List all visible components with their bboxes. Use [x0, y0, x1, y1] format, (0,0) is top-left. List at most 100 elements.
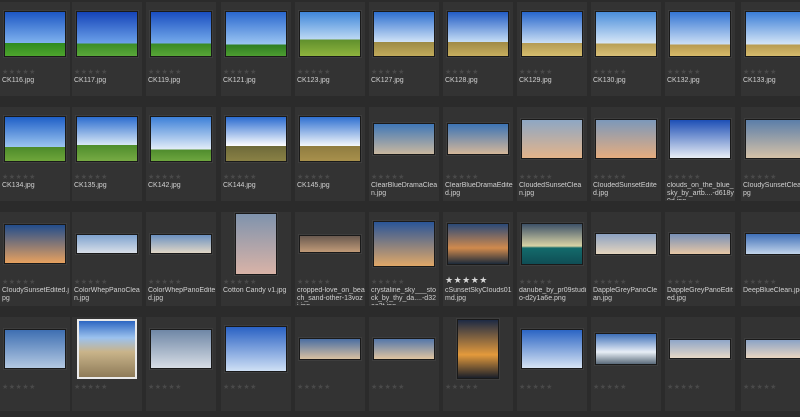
- star-rating[interactable]: ★★★★★: [667, 383, 701, 391]
- thumbnail-image[interactable]: [595, 119, 657, 159]
- star-rating[interactable]: ★★★★★: [667, 173, 701, 181]
- thumbnail-image[interactable]: [299, 116, 361, 162]
- thumbnail-image[interactable]: [299, 11, 361, 57]
- thumbnail-image[interactable]: [76, 234, 138, 254]
- star-rating[interactable]: ★★★★★: [2, 173, 36, 181]
- star-rating[interactable]: ★★★★★: [2, 68, 36, 76]
- thumbnail-image[interactable]: [373, 123, 435, 155]
- thumbnail-image[interactable]: [669, 119, 731, 159]
- thumbnail-image[interactable]: [4, 329, 66, 369]
- thumbnail-cell[interactable]: ★★★★★ cSunsetSkyClouds01md.jpg: [443, 212, 513, 306]
- thumbnail-cell[interactable]: ★★★★★ CK130.jpg: [591, 2, 661, 96]
- star-rating[interactable]: ★★★★★: [743, 383, 777, 391]
- thumbnail-image[interactable]: [447, 223, 509, 265]
- thumbnail-cell[interactable]: ★★★★★ CK144.jpg: [221, 107, 291, 201]
- thumbnail-image[interactable]: [150, 329, 212, 369]
- thumbnail-cell[interactable]: ★★★★★ CK119.jpg: [146, 2, 216, 96]
- star-rating[interactable]: ★★★★★: [593, 173, 627, 181]
- thumbnail-image[interactable]: [669, 11, 731, 57]
- star-rating[interactable]: ★★★★★: [148, 173, 182, 181]
- thumbnail-cell[interactable]: ★★★★★ CK127.jpg: [369, 2, 439, 96]
- star-rating[interactable]: ★★★★★: [519, 278, 553, 286]
- star-rating[interactable]: ★★★★★: [74, 173, 108, 181]
- star-rating[interactable]: ★★★★★: [743, 173, 777, 181]
- thumbnail-image[interactable]: [521, 329, 583, 369]
- thumbnail-cell[interactable]: ★★★★★: [295, 317, 365, 411]
- thumbnail-cell[interactable]: ★★★★★: [741, 317, 800, 411]
- star-rating[interactable]: ★★★★★: [223, 173, 257, 181]
- thumbnail-cell[interactable]: ★★★★★ CK128.jpg: [443, 2, 513, 96]
- thumbnail-cell[interactable]: ★★★★★ CK132.jpg: [665, 2, 735, 96]
- star-rating[interactable]: ★★★★★: [667, 68, 701, 76]
- star-rating[interactable]: ★★★★★: [593, 68, 627, 76]
- thumbnail-image[interactable]: [745, 119, 800, 159]
- thumbnail-cell[interactable]: ★★★★★: [443, 317, 513, 411]
- thumbnail-cell[interactable]: ★★★★★ danube_by_pr09studio-d2y1a6e.png: [517, 212, 587, 306]
- star-rating[interactable]: ★★★★★: [297, 173, 331, 181]
- thumbnail-image[interactable]: [150, 234, 212, 254]
- thumbnail-cell[interactable]: ★★★★★ DeepBlueClean.jpg: [741, 212, 800, 306]
- thumbnail-cell[interactable]: ★★★★★ CK135.jpg: [72, 107, 142, 201]
- thumbnail-image[interactable]: [4, 116, 66, 162]
- thumbnail-cell[interactable]: ★★★★★: [665, 317, 735, 411]
- star-rating[interactable]: ★★★★★: [593, 383, 627, 391]
- thumbnail-cell[interactable]: ★★★★★ CK129.jpg: [517, 2, 587, 96]
- thumbnail-image[interactable]: [595, 233, 657, 255]
- thumbnail-cell[interactable]: ★★★★★ CK134.jpg: [0, 107, 70, 201]
- thumbnail-cell[interactable]: ★★★★★: [369, 317, 439, 411]
- star-rating[interactable]: ★★★★★: [148, 68, 182, 76]
- thumbnail-cell[interactable]: ★★★★★ Cotton Candy v1.jpg: [221, 212, 291, 306]
- star-rating[interactable]: ★★★★★: [371, 173, 405, 181]
- star-rating[interactable]: ★★★★★: [2, 383, 36, 391]
- thumbnail-image[interactable]: [595, 11, 657, 57]
- thumbnail-cell[interactable]: ★★★★★: [0, 317, 70, 411]
- thumbnail-cell[interactable]: ★★★★★ CK142.jpg: [146, 107, 216, 201]
- star-rating[interactable]: ★★★★★: [371, 383, 405, 391]
- thumbnail-image[interactable]: [77, 319, 137, 379]
- star-rating[interactable]: ★★★★★: [223, 383, 257, 391]
- star-rating[interactable]: ★★★★★: [519, 383, 553, 391]
- thumbnail-image[interactable]: [235, 213, 277, 275]
- star-rating[interactable]: ★★★★★: [297, 278, 331, 286]
- thumbnail-image[interactable]: [521, 119, 583, 159]
- thumbnail-image[interactable]: [521, 11, 583, 57]
- thumbnail-cell[interactable]: ★★★★★ CK121.jpg: [221, 2, 291, 96]
- star-rating[interactable]: ★★★★★: [519, 173, 553, 181]
- thumbnail-image[interactable]: [521, 223, 583, 265]
- thumbnail-image[interactable]: [447, 123, 509, 155]
- thumbnail-cell[interactable]: ★★★★★ CloudedSunsetClean.jpg: [517, 107, 587, 201]
- thumbnail-cell[interactable]: ★★★★★: [221, 317, 291, 411]
- thumbnail-image[interactable]: [225, 326, 287, 372]
- thumbnail-cell[interactable]: ★★★★★ clouds_on_the_blue_sky_by_artb....-…: [665, 107, 735, 201]
- thumbnail-cell[interactable]: ★★★★★ ColorWhepPanoEdited.jpg: [146, 212, 216, 306]
- thumbnail-cell[interactable]: ★★★★★ CK133.jpg: [741, 2, 800, 96]
- star-rating[interactable]: ★★★★★: [297, 68, 331, 76]
- star-rating[interactable]: ★★★★★: [519, 68, 553, 76]
- star-rating[interactable]: ★★★★★: [593, 278, 627, 286]
- thumbnail-cell[interactable]: ★★★★★ CK116.jpg: [0, 2, 70, 96]
- thumbnail-cell[interactable]: ★★★★★ ColorWhepPanoClean.jpg: [72, 212, 142, 306]
- thumbnail-cell[interactable]: ★★★★★ CK123.jpg: [295, 2, 365, 96]
- thumbnail-image[interactable]: [669, 233, 731, 255]
- star-rating[interactable]: ★★★★★: [743, 278, 777, 286]
- star-rating[interactable]: ★★★★★: [74, 68, 108, 76]
- thumbnail-image[interactable]: [669, 339, 731, 359]
- thumbnail-cell[interactable]: ★★★★★: [591, 317, 661, 411]
- thumbnail-image[interactable]: [225, 116, 287, 162]
- thumbnail-cell[interactable]: ★★★★★CloudySunsetClean.jpg: [741, 107, 800, 201]
- thumbnail-image[interactable]: [225, 11, 287, 57]
- thumbnail-cell[interactable]: ★★★★★: [146, 317, 216, 411]
- thumbnail-image[interactable]: [299, 338, 361, 360]
- star-rating[interactable]: ★★★★★: [371, 68, 405, 76]
- star-rating[interactable]: ★★★★★: [148, 383, 182, 391]
- thumbnail-image[interactable]: [76, 11, 138, 57]
- thumbnail-image[interactable]: [373, 338, 435, 360]
- thumbnail-image[interactable]: [150, 116, 212, 162]
- star-rating[interactable]: ★★★★★: [445, 68, 479, 76]
- star-rating[interactable]: ★★★★★: [148, 278, 182, 286]
- thumbnail-image[interactable]: [76, 116, 138, 162]
- thumbnail-cell[interactable]: ★★★★★: [517, 317, 587, 411]
- thumbnail-image[interactable]: [595, 333, 657, 365]
- star-rating[interactable]: ★★★★★: [445, 276, 488, 286]
- star-rating[interactable]: ★★★★★: [223, 278, 257, 286]
